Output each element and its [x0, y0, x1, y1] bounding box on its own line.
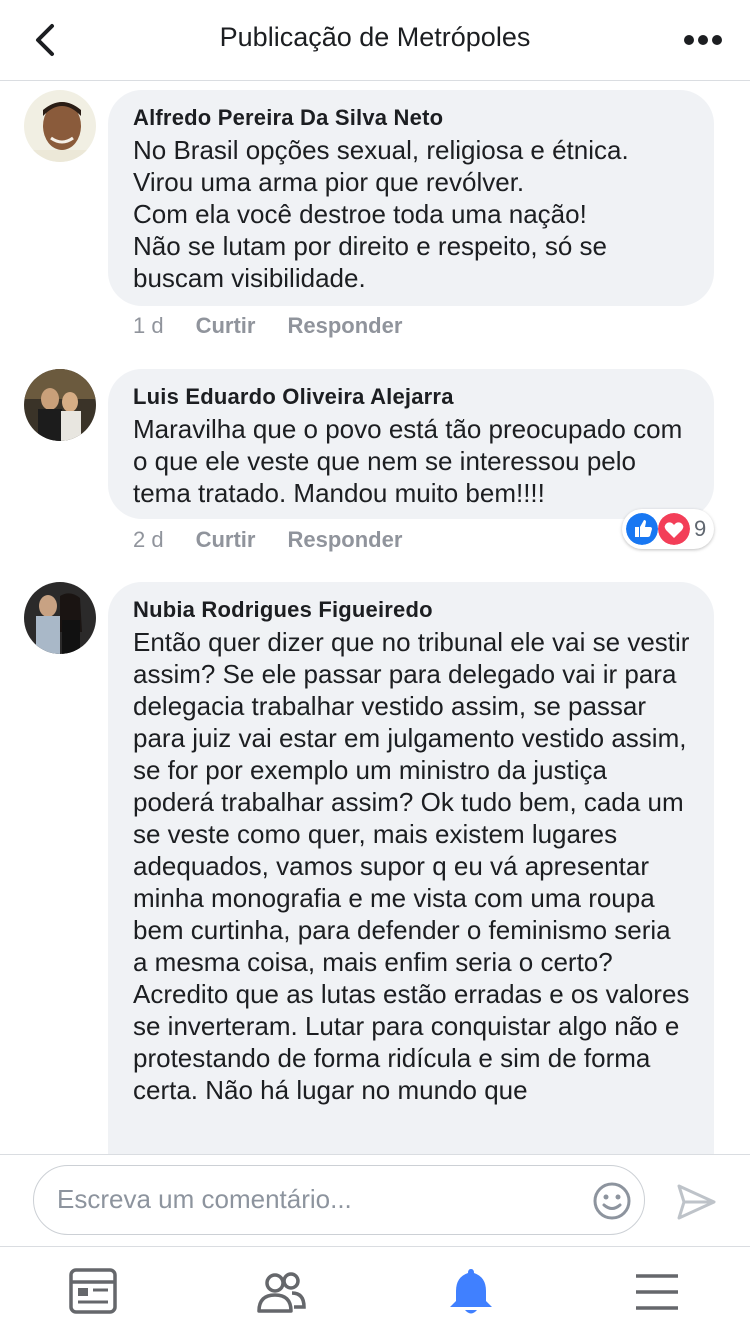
comment-author[interactable]: Alfredo Pereira Da Silva Neto — [133, 104, 690, 132]
comment-text: No Brasil opções sexual, religiosa e étn… — [133, 135, 629, 293]
top-bar: Publicação de Metrópoles — [0, 0, 750, 81]
love-reaction-icon — [658, 513, 690, 545]
comment-feed[interactable]: Alfredo Pereira Da Silva Neto No Brasil … — [0, 81, 750, 1154]
comment-bubble: Nubia Rodrigues Figueiredo Então quer di… — [108, 582, 714, 1154]
comment-composer: Escreva um comentário... — [0, 1154, 750, 1247]
comment-actions: 1 d Curtir Responder — [133, 313, 434, 339]
comment-actions: 2 d Curtir Responder — [133, 527, 434, 553]
comment-input[interactable]: Escreva um comentário... — [33, 1165, 645, 1235]
comment-input-placeholder: Escreva um comentário... — [57, 1184, 352, 1214]
comment-bubble: Alfredo Pereira Da Silva Neto No Brasil … — [108, 90, 714, 306]
avatar[interactable] — [24, 369, 96, 441]
comment-author[interactable]: Luis Eduardo Oliveira Alejarra — [133, 383, 690, 411]
avatar[interactable] — [24, 582, 96, 654]
notifications-icon[interactable] — [444, 1265, 498, 1319]
smiley-icon[interactable] — [590, 1179, 634, 1223]
more-dots-icon[interactable] — [678, 20, 728, 60]
comment-author[interactable]: Nubia Rodrigues Figueiredo — [133, 596, 690, 624]
send-icon[interactable] — [674, 1180, 718, 1224]
reply-button[interactable]: Responder — [287, 313, 402, 338]
news-feed-icon[interactable] — [66, 1265, 120, 1319]
comment-text: Então quer dizer que no tribunal ele vai… — [133, 627, 690, 1105]
reply-button[interactable]: Responder — [287, 527, 402, 552]
reaction-count: 9 — [694, 516, 707, 541]
bottom-tab-bar — [0, 1246, 750, 1335]
friends-icon[interactable] — [254, 1265, 308, 1319]
comment-bubble: Luis Eduardo Oliveira Alejarra Maravilha… — [108, 369, 714, 519]
like-button[interactable]: Curtir — [196, 527, 256, 552]
comment-time: 1 d — [133, 313, 164, 338]
menu-icon[interactable] — [630, 1265, 684, 1319]
reaction-summary[interactable]: 9 — [622, 509, 714, 549]
page-title: Publicação de Metrópoles — [219, 22, 531, 52]
comment-text: Maravilha que o povo está tão preocupado… — [133, 414, 683, 508]
avatar[interactable] — [24, 90, 96, 162]
like-button[interactable]: Curtir — [196, 313, 256, 338]
like-reaction-icon — [626, 513, 658, 545]
comment-time: 2 d — [133, 527, 164, 552]
